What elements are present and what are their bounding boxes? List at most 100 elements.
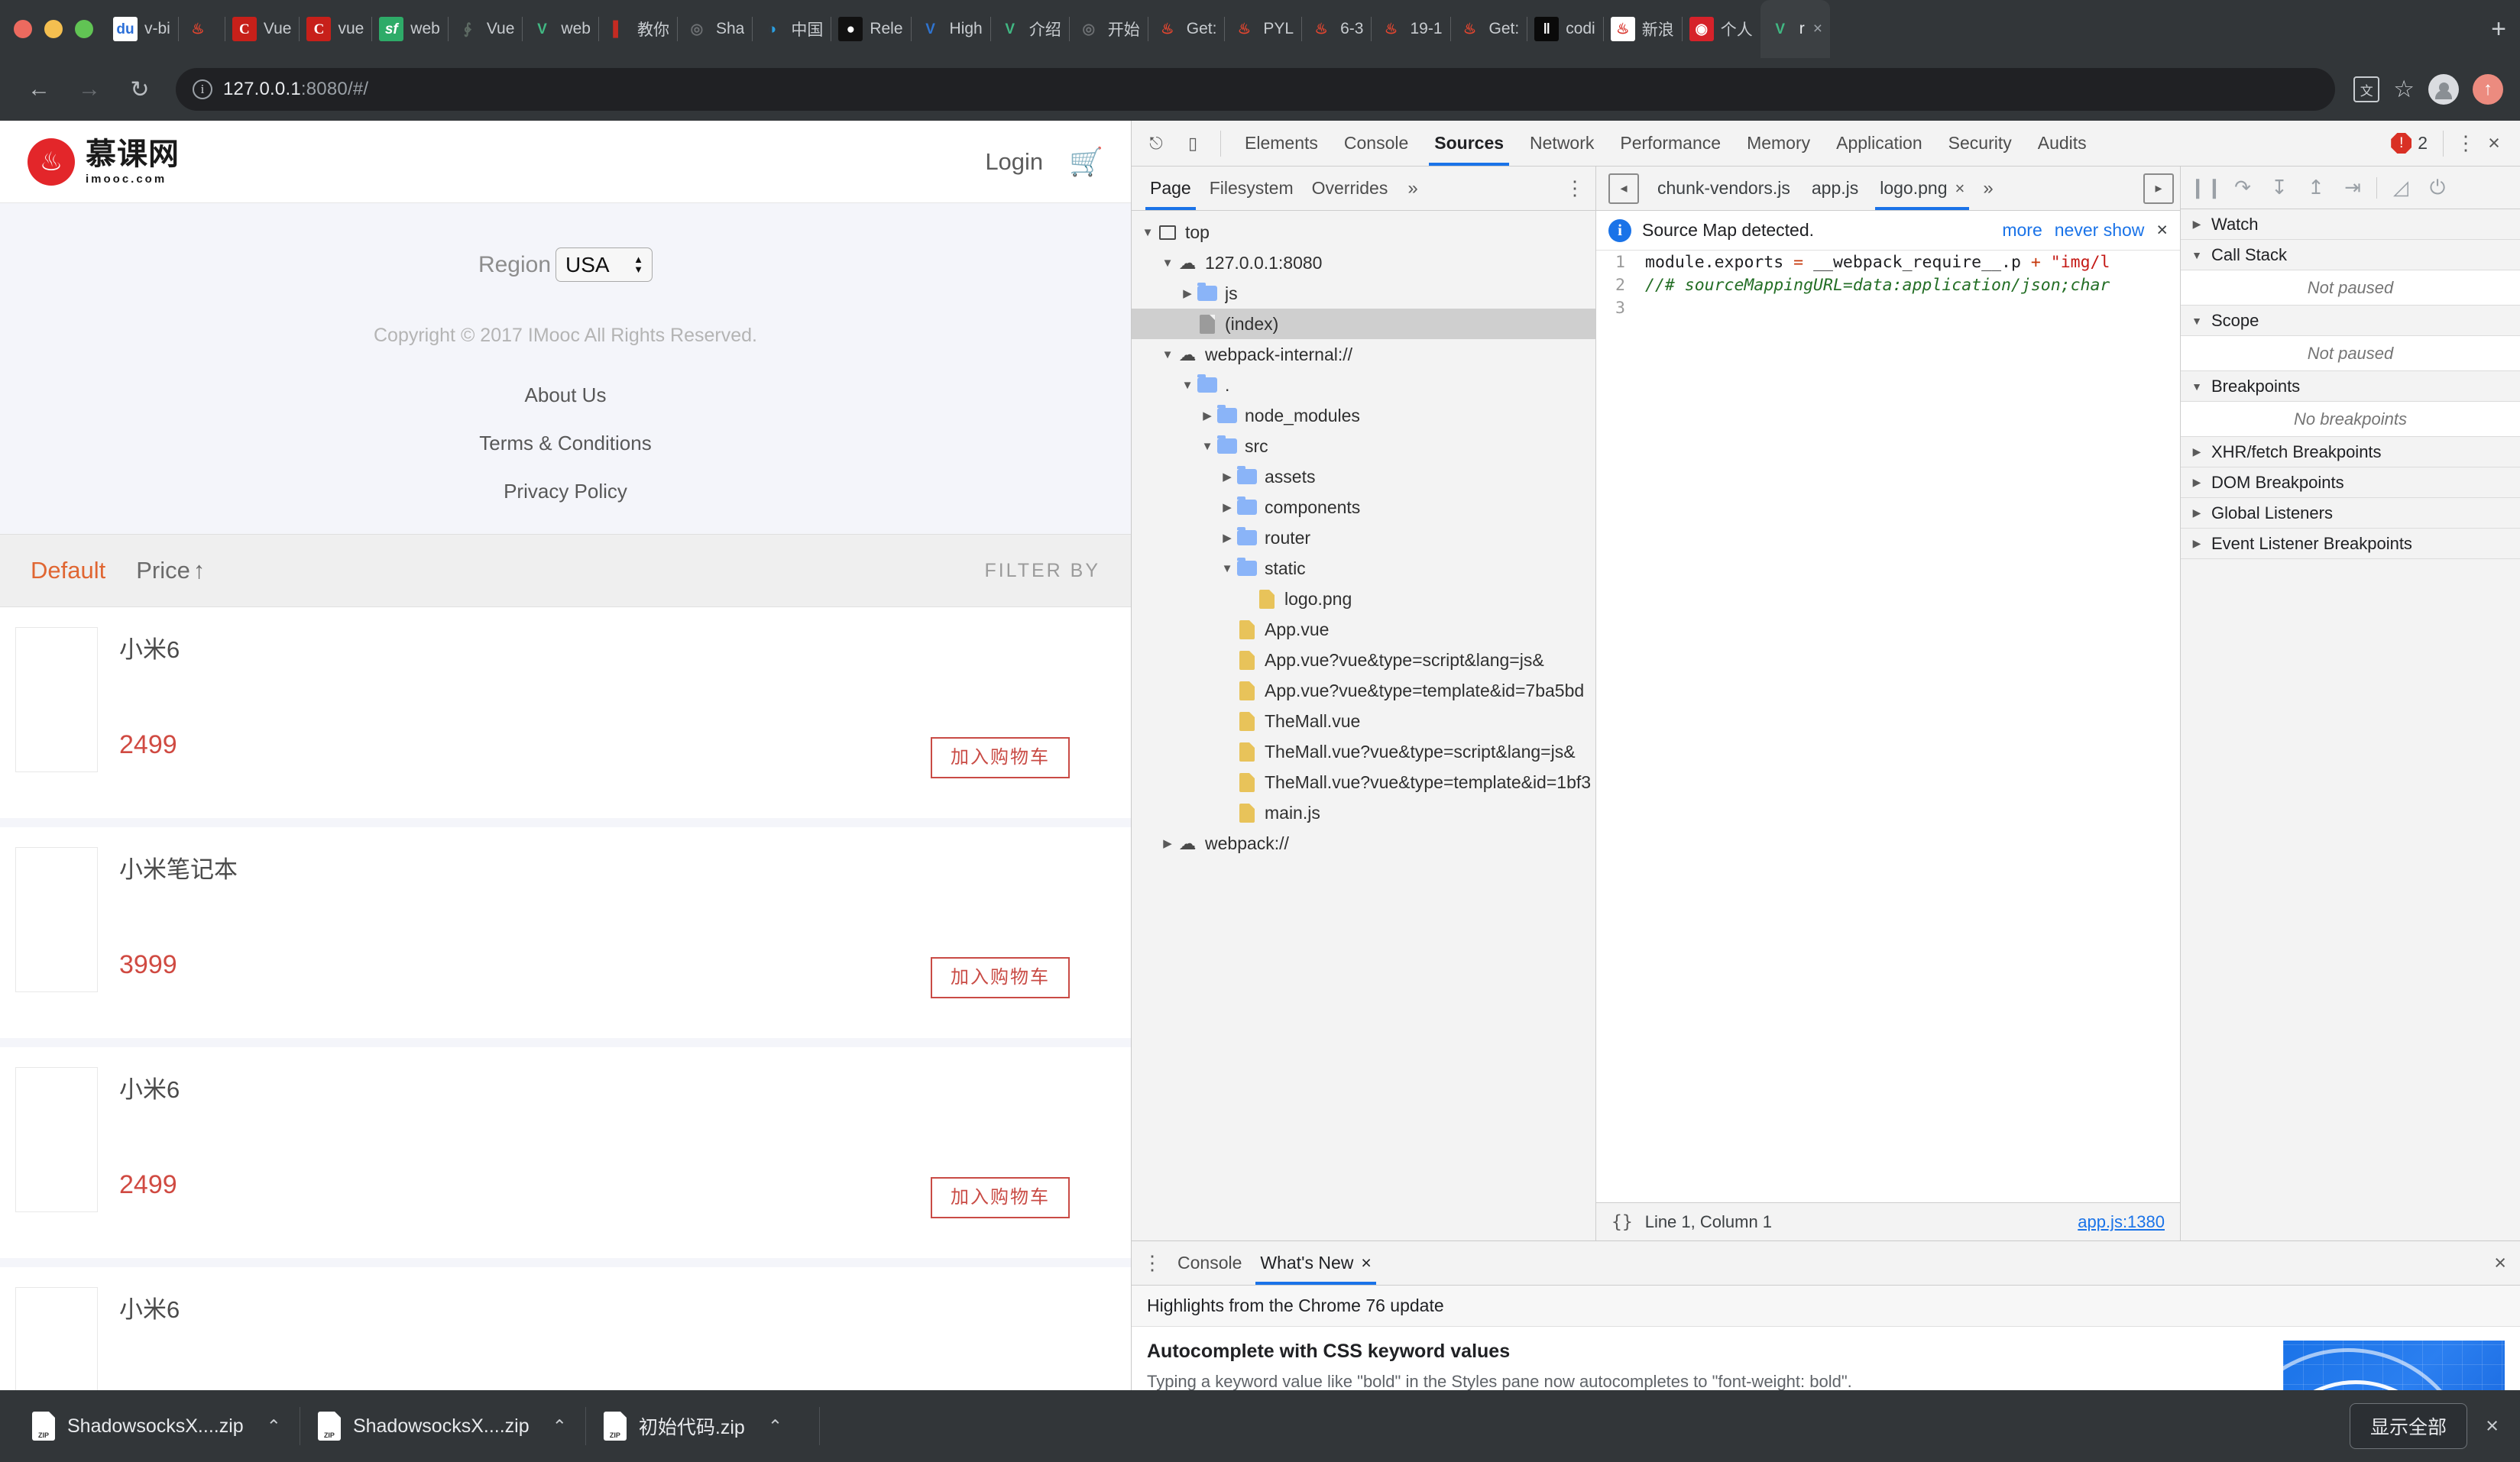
section-twisty-icon[interactable]: ▶ bbox=[2188, 476, 2205, 489]
file-tree-node[interactable]: main.js bbox=[1132, 797, 1595, 828]
browser-tab[interactable]: Cvue bbox=[299, 0, 371, 58]
section-twisty-icon[interactable]: ▼ bbox=[2188, 249, 2205, 261]
browser-tab[interactable]: Vweb bbox=[522, 0, 598, 58]
navigator-options-icon[interactable]: ⋮ bbox=[1563, 178, 1586, 199]
browser-tab[interactable]: ♨ Get: bbox=[1449, 0, 1527, 58]
section-twisty-icon[interactable]: ▼ bbox=[2188, 380, 2205, 393]
reload-button[interactable]: ↻ bbox=[118, 67, 162, 112]
tree-twisty-icon[interactable]: ▼ bbox=[1159, 257, 1176, 270]
file-tree-node[interactable]: ▶ components bbox=[1132, 492, 1595, 522]
tree-twisty-icon[interactable]: ▶ bbox=[1199, 409, 1216, 422]
download-item[interactable]: ZIP 初始代码.zip ⌃ bbox=[585, 1390, 801, 1462]
section-twisty-icon[interactable]: ▶ bbox=[2188, 506, 2205, 519]
file-tree-node[interactable]: (index) bbox=[1132, 309, 1595, 339]
browser-tab[interactable]: du v-bi bbox=[105, 0, 178, 58]
file-tree-node[interactable]: ▼ ☁ 127.0.0.1:8080 bbox=[1132, 247, 1595, 278]
tree-twisty-icon[interactable]: ▶ bbox=[1219, 500, 1236, 514]
browser-tab[interactable]: ◉ 个人 bbox=[1681, 0, 1760, 58]
show-debugger-icon[interactable]: ▸ bbox=[2143, 173, 2174, 204]
code-content[interactable]: 1 module.exports = __webpack_require__.p … bbox=[1596, 251, 2180, 1202]
browser-tab[interactable]: ♨ 6-3 bbox=[1301, 0, 1371, 58]
browser-tab[interactable]: ∲ Vue bbox=[447, 0, 523, 58]
devtools-tab-sources[interactable]: Sources bbox=[1421, 121, 1517, 166]
login-link[interactable]: Login bbox=[985, 148, 1043, 176]
back-button[interactable]: ← bbox=[17, 67, 61, 112]
source-map-more-link[interactable]: more bbox=[2002, 220, 2042, 241]
file-tree-node[interactable]: ▶ router bbox=[1132, 522, 1595, 553]
bookmark-star-icon[interactable]: ☆ bbox=[2393, 76, 2415, 103]
devtools-tab-performance[interactable]: Performance bbox=[1607, 121, 1734, 166]
show-navigator-icon[interactable]: ◂ bbox=[1608, 173, 1639, 204]
debugger-section-header[interactable]: ▶ Watch bbox=[2181, 209, 2520, 240]
devtools-close-icon[interactable]: × bbox=[2480, 131, 2508, 155]
debugger-section-header[interactable]: ▶ XHR/fetch Breakpoints bbox=[2181, 437, 2520, 467]
file-tree-node[interactable]: ▶ node_modules bbox=[1132, 400, 1595, 431]
file-tree-node[interactable]: ▶ ☁ webpack:// bbox=[1132, 828, 1595, 859]
file-tree-node[interactable]: App.vue bbox=[1132, 614, 1595, 645]
drawer-tab[interactable]: Console bbox=[1168, 1242, 1251, 1285]
drawer-menu-icon[interactable]: ⋮ bbox=[1141, 1253, 1164, 1273]
show-all-downloads-button[interactable]: 显示全部 bbox=[2350, 1403, 2468, 1449]
tree-twisty-icon[interactable]: ▼ bbox=[1139, 226, 1156, 239]
browser-tab[interactable]: ♨ 新浪 bbox=[1602, 0, 1682, 58]
debugger-section-header[interactable]: ▼ Breakpoints bbox=[2181, 371, 2520, 402]
add-to-cart-button[interactable]: 加入购物车 bbox=[931, 1177, 1070, 1218]
download-menu-icon[interactable]: ⌃ bbox=[267, 1416, 281, 1437]
footer-link[interactable]: Privacy Policy bbox=[504, 480, 627, 503]
file-tree-node[interactable]: App.vue?vue&type=script&lang=js& bbox=[1132, 645, 1595, 675]
profile-avatar[interactable] bbox=[2428, 74, 2459, 105]
inspect-element-icon[interactable]: ⎋ bbox=[1139, 127, 1173, 160]
download-item[interactable]: ZIP ShadowsocksX....zip ⌃ bbox=[14, 1390, 300, 1462]
debugger-section-header[interactable]: ▶ Event Listener Breakpoints bbox=[2181, 529, 2520, 559]
file-tree-node[interactable]: ▼. bbox=[1132, 370, 1595, 400]
devtools-tab-network[interactable]: Network bbox=[1517, 121, 1607, 166]
extension-icon[interactable]: ↑ bbox=[2473, 74, 2503, 105]
product-row[interactable]: 小米笔记本 3999 加入购物车 bbox=[0, 827, 1131, 1047]
editor-tab[interactable]: app.js bbox=[1801, 167, 1869, 210]
step-over-icon[interactable]: ↷ bbox=[2230, 176, 2256, 199]
address-bar[interactable]: i 127.0.0.1:8080/#/ bbox=[176, 68, 2336, 111]
source-map-close-icon[interactable]: × bbox=[2156, 219, 2168, 241]
translate-icon[interactable]: 文 bbox=[2353, 76, 2380, 102]
tree-twisty-icon[interactable]: ▶ bbox=[1219, 470, 1236, 484]
download-menu-icon[interactable]: ⌃ bbox=[552, 1416, 567, 1437]
drawer-tab-close-icon[interactable]: × bbox=[1361, 1253, 1371, 1273]
step-out-icon[interactable]: ↥ bbox=[2303, 176, 2329, 199]
device-toolbar-icon[interactable]: ▯ bbox=[1176, 127, 1210, 160]
step-icon[interactable]: ⇥ bbox=[2340, 176, 2366, 199]
editor-tab[interactable]: logo.png × bbox=[1869, 167, 1975, 210]
deactivate-breakpoints-icon[interactable]: ◿ bbox=[2388, 176, 2414, 199]
download-menu-icon[interactable]: ⌃ bbox=[768, 1416, 782, 1437]
navigator-more-icon[interactable]: » bbox=[1401, 178, 1424, 199]
devtools-tab-elements[interactable]: Elements bbox=[1232, 121, 1331, 166]
sort-price-button[interactable]: Price ↑ bbox=[136, 557, 205, 584]
editor-tab-close-icon[interactable]: × bbox=[1955, 179, 1964, 199]
editor-tabs-more-icon[interactable]: » bbox=[1977, 178, 1999, 199]
browser-tab[interactable]: ◎ Sha bbox=[676, 0, 752, 58]
filter-by-button[interactable]: FILTER BY bbox=[984, 560, 1100, 582]
footer-link[interactable]: Terms & Conditions bbox=[479, 432, 651, 455]
file-tree-node[interactable]: logo.png bbox=[1132, 584, 1595, 614]
step-into-icon[interactable]: ↧ bbox=[2266, 176, 2292, 199]
browser-tab[interactable]: V High bbox=[910, 0, 990, 58]
browser-tab[interactable]: ♨ 19-1 bbox=[1371, 0, 1449, 58]
devtools-tab-application[interactable]: Application bbox=[1823, 121, 1935, 166]
download-shelf-close-icon[interactable]: × bbox=[2486, 1414, 2499, 1439]
browser-tab[interactable]: ● Rele bbox=[831, 0, 910, 58]
add-to-cart-button[interactable]: 加入购物车 bbox=[931, 957, 1070, 998]
browser-tab[interactable]: ‖ codi bbox=[1527, 0, 1603, 58]
drawer-tab[interactable]: What's New × bbox=[1251, 1242, 1380, 1285]
file-tree-node[interactable]: ▼ src bbox=[1132, 431, 1595, 461]
navigator-tab-page[interactable]: Page bbox=[1141, 167, 1200, 210]
debugger-section-header[interactable]: ▼ Call Stack bbox=[2181, 240, 2520, 270]
add-to-cart-button[interactable]: 加入购物车 bbox=[931, 737, 1070, 778]
file-tree-node[interactable]: ▼ static bbox=[1132, 553, 1595, 584]
pause-icon[interactable]: ❙❙ bbox=[2189, 176, 2223, 199]
devtools-tab-console[interactable]: Console bbox=[1331, 121, 1421, 166]
section-twisty-icon[interactable]: ▶ bbox=[2188, 218, 2205, 231]
section-twisty-icon[interactable]: ▶ bbox=[2188, 445, 2205, 458]
tab-close-icon[interactable]: × bbox=[1812, 20, 1822, 38]
tree-twisty-icon[interactable]: ▼ bbox=[1179, 379, 1196, 392]
navigator-tab-filesystem[interactable]: Filesystem bbox=[1200, 167, 1303, 210]
error-badge[interactable]: ! 2 bbox=[2391, 133, 2432, 154]
